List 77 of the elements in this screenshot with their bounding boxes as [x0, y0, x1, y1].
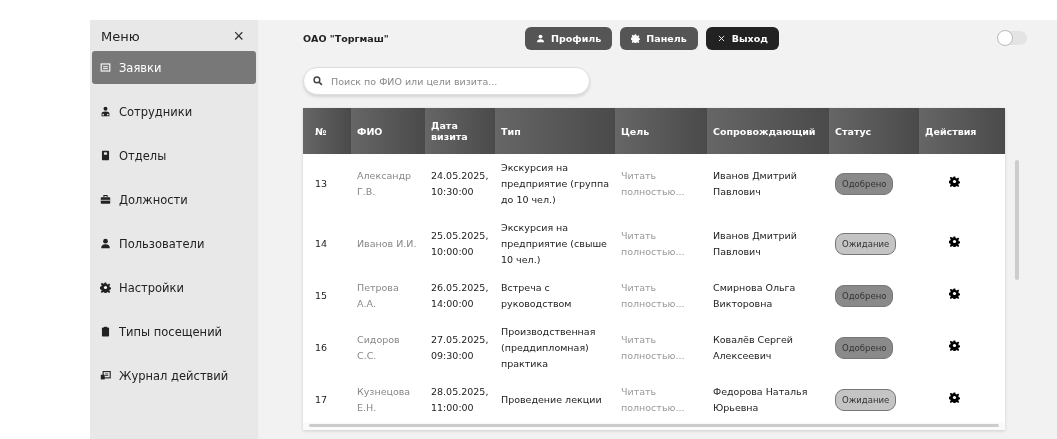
column-header: Статус [829, 108, 919, 154]
organization-name: ОАО "Торгмаш" [303, 32, 390, 44]
journal-icon [100, 370, 111, 381]
menu-title: Меню [101, 28, 140, 44]
table-cell-text: 26.05.2025, 14:00:00 [430, 281, 490, 311]
column-header: Действия [919, 108, 1005, 154]
header-button[interactable]: Панель [620, 26, 698, 50]
user-icon [536, 33, 545, 43]
settings-button[interactable] [949, 340, 960, 351]
table-cell-text: 14 [314, 237, 329, 251]
sidebar-item[interactable]: Пользователи [92, 227, 256, 260]
theme-toggle[interactable] [997, 31, 1027, 45]
gear-icon [949, 236, 960, 247]
table-cell-text: 25.05.2025, 10:00:00 [430, 229, 490, 259]
table-cell-text: Иванов И.И. [356, 237, 418, 251]
sidebar-item[interactable]: Сотрудники [92, 95, 256, 128]
sidebar-item[interactable]: Настройки [92, 271, 256, 304]
close-button[interactable]: × [233, 27, 244, 45]
status-badge: Одобрено [835, 337, 894, 359]
vertical-scrollbar[interactable] [1015, 160, 1019, 280]
table-cell-text: Проведение лекции [500, 393, 603, 407]
table-cell-text: 28.05.2025, 11:00:00 [430, 385, 490, 415]
settings-button[interactable] [949, 236, 960, 247]
table-cell-text: Иванов Дмитрий Павлович [712, 229, 798, 259]
table-cell-text: 27.05.2025, 09:30:00 [430, 333, 490, 363]
table-cell: Александр Г.В. [351, 154, 425, 214]
settings-button[interactable] [949, 288, 960, 299]
status-badge: Ожидание [835, 389, 897, 411]
settings-button[interactable] [949, 392, 960, 403]
status-badge: Одобрено [835, 173, 894, 195]
sidebar-item[interactable]: Отделы [92, 139, 256, 172]
table-cell-text: 17 [314, 393, 329, 407]
clipboard-icon [100, 326, 111, 337]
column-header: Сопровождающий [707, 108, 829, 154]
search-field[interactable]: Поиск по ФИО или цели визита... [303, 67, 590, 95]
column-header: Тип [495, 108, 615, 154]
header-button[interactable]: Профиль [525, 26, 613, 50]
column-header: ФИО [351, 108, 425, 154]
table-cell-text: Кузнецова Е.Н. [356, 385, 412, 415]
table-cell: Экскурсия на предприятие (группа до 10 чел.) [495, 154, 615, 214]
sidebar-item[interactable]: Заявки [92, 51, 256, 84]
table-cell-text: Экскурсия на предприятие (свыше 10 чел.) [500, 221, 608, 267]
table-cell: Иванов Дмитрий Павлович [707, 154, 829, 214]
sidebar-item[interactable]: Журнал действий [92, 359, 256, 392]
user-icon [100, 238, 111, 249]
table-cell-text: Сидоров С.С. [356, 333, 401, 363]
gear-icon [949, 288, 960, 299]
table-cell-text: 15 [314, 289, 329, 303]
table-cell: 13 [303, 154, 351, 214]
book-icon [100, 150, 111, 161]
table-cell-text: Встреча с руководством [500, 281, 573, 311]
gear-icon [100, 282, 111, 293]
gear-icon [949, 176, 960, 187]
sidebar-item[interactable]: Типы посещений [92, 315, 256, 348]
table-cell-text: Смирнова Ольга Викторовна [712, 281, 797, 311]
column-header: Цель [615, 108, 707, 154]
gear-icon [631, 33, 641, 43]
table-cell-text: Производственная (преддипломная) практика [500, 325, 597, 371]
horizontal-scrollbar[interactable] [309, 424, 999, 427]
gear-icon [949, 340, 960, 351]
close-icon [716, 33, 726, 43]
briefcase-icon [100, 194, 111, 205]
table-cell-text: 16 [314, 341, 329, 355]
status-badge: Одобрено [835, 285, 894, 307]
gear-icon [949, 392, 960, 403]
header-button[interactable]: Выход [705, 26, 779, 50]
column-header: Дата визита [425, 108, 495, 154]
list-icon [100, 62, 111, 73]
table-cell-text: Ковалёв Сергей Алексеевич [712, 333, 795, 363]
table-cell-text: Федорова Наталья Юрьевна [712, 385, 809, 415]
table-cell: 24.05.2025, 10:30:00 [425, 154, 495, 214]
people-icon [100, 106, 111, 117]
table-cell-text: Петрова А.А. [356, 281, 400, 311]
settings-button[interactable] [949, 176, 960, 187]
column-header: № [303, 108, 351, 154]
status-badge: Ожидание [835, 233, 897, 255]
sidebar-item[interactable]: Должности [92, 183, 256, 216]
